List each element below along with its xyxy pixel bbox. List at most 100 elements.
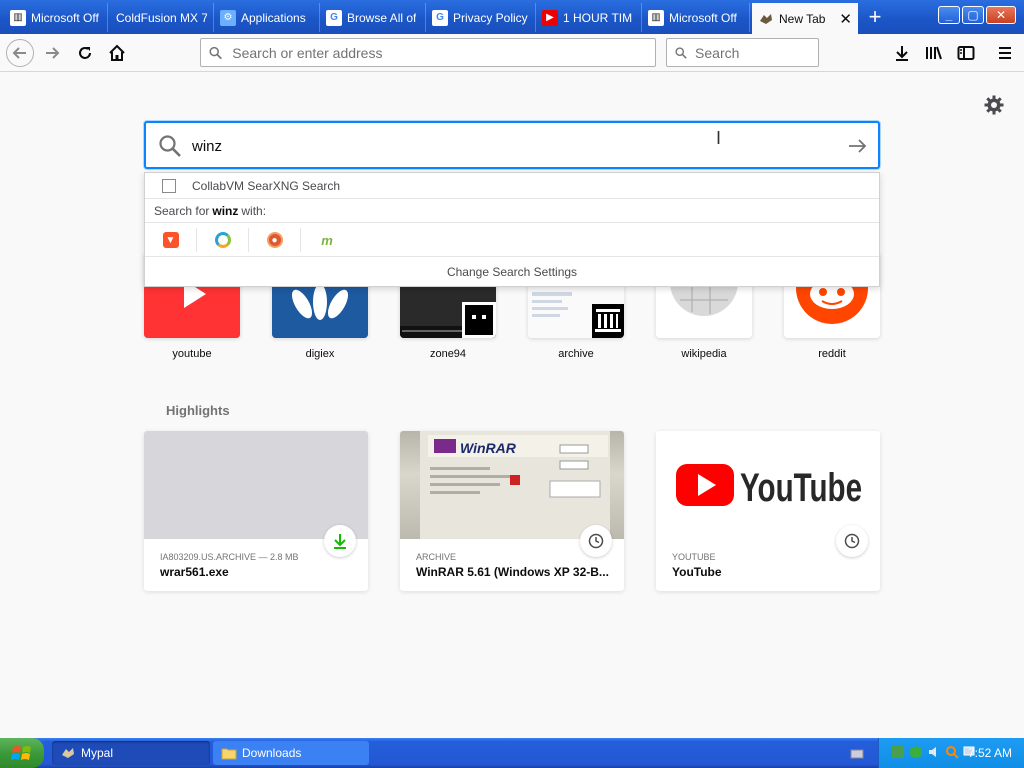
- search-bar[interactable]: [666, 38, 819, 67]
- google-icon: G: [326, 9, 342, 26]
- sidebar-icon[interactable]: [954, 42, 978, 64]
- download-icon[interactable]: [890, 42, 914, 64]
- taskbar-item-downloads[interactable]: Downloads: [213, 741, 369, 765]
- gear-icon: ⚙: [220, 9, 236, 26]
- gear-icon[interactable]: [983, 94, 1005, 116]
- forward-arrow-icon[interactable]: [40, 42, 64, 64]
- tab-title: Microsoft Off: [669, 10, 737, 25]
- maximize-window-button[interactable]: ▢: [962, 6, 984, 24]
- tab-1-hour-timer[interactable]: ▶ 1 HOUR TIM: [536, 3, 642, 32]
- search-engine-row: ▼ ● m: [145, 224, 879, 257]
- checkbox-icon[interactable]: [162, 178, 176, 193]
- taskbar-item-label: Mypal: [81, 746, 114, 760]
- search-for-header: Search for winz with:: [145, 199, 879, 223]
- close-tab-icon[interactable]: ✕: [829, 10, 852, 28]
- change-search-settings-button[interactable]: Change Search Settings: [145, 257, 879, 287]
- close-window-button[interactable]: ✕: [986, 6, 1016, 24]
- highlight-card-image: WinRAR: [400, 431, 624, 539]
- tab-title: 1 HOUR TIM: [563, 10, 633, 25]
- brave-lion-icon: ▼: [162, 232, 179, 248]
- arrow-right-icon[interactable]: [846, 135, 868, 157]
- search-icon: [209, 46, 222, 59]
- tab-title: Privacy Policy: [453, 10, 528, 25]
- newtab-search-input[interactable]: [192, 133, 832, 159]
- engine-brave-button[interactable]: ▼: [145, 228, 197, 252]
- top-site-title: reddit: [818, 348, 846, 360]
- newtab-search-box[interactable]: [144, 121, 880, 169]
- qwant-icon: [214, 232, 231, 248]
- network-icon[interactable]: [850, 747, 864, 761]
- youtube-icon: ▶: [542, 9, 558, 26]
- volume-icon[interactable]: [927, 745, 941, 759]
- tab-browse-all[interactable]: G Browse All of: [320, 3, 426, 32]
- clock-icon: [580, 525, 612, 557]
- duckduckgo-icon: ●: [266, 232, 283, 248]
- highlight-card-title: wrar561.exe: [160, 565, 229, 579]
- highlights-heading: Highlights: [166, 403, 230, 418]
- tab-title: ColdFusion MX 7 C: [116, 10, 207, 25]
- tab-coldfusion[interactable]: ColdFusion MX 7 C: [108, 3, 214, 32]
- google-icon: G: [432, 9, 448, 26]
- engine-duckduckgo-button[interactable]: ●: [249, 228, 301, 252]
- search-input[interactable]: [695, 44, 818, 61]
- search-icon: [675, 46, 687, 59]
- taskbar-clock[interactable]: 7:52 AM: [968, 746, 1012, 760]
- change-search-settings-label: Change Search Settings: [446, 265, 578, 279]
- mojeek-icon: m: [321, 232, 333, 248]
- library-icon[interactable]: [922, 42, 946, 64]
- navigation-toolbar: [0, 34, 1024, 72]
- highlight-card-title: YouTube: [672, 565, 722, 579]
- top-site-title: zone94: [429, 348, 467, 360]
- windows-taskbar: Mypal Downloads 7:52 AM: [0, 738, 1024, 768]
- top-site-title: youtube: [172, 348, 212, 360]
- search-tray-icon[interactable]: [945, 745, 959, 759]
- address-bar[interactable]: [200, 38, 656, 67]
- suggestion-item[interactable]: CollabVM SearXNG Search: [145, 173, 879, 199]
- highlight-card-source: YOUTUBE: [672, 552, 716, 562]
- search-for-query: winz: [212, 203, 239, 218]
- back-arrow-icon[interactable]: [6, 39, 34, 67]
- tab-microsoft-office-1[interactable]: ▥ Microsoft Off: [4, 3, 108, 32]
- highlight-card-youtube[interactable]: YouTube YOUTUBE YouTube: [656, 431, 880, 591]
- windows-logo-icon: [11, 746, 31, 760]
- hamburger-menu-icon[interactable]: [993, 42, 1017, 64]
- youtube-logo-text: YouTube: [740, 466, 862, 510]
- tab-privacy-policy[interactable]: G Privacy Policy: [426, 3, 536, 32]
- address-input[interactable]: [232, 44, 655, 61]
- tab-new-tab[interactable]: New Tab ✕: [752, 3, 858, 34]
- taskbar-item-mypal[interactable]: Mypal: [52, 741, 210, 765]
- start-button[interactable]: [0, 738, 44, 768]
- reload-icon[interactable]: [73, 42, 97, 64]
- suggestion-label: CollabVM SearXNG Search: [192, 178, 341, 193]
- highlight-card-title: WinRAR 5.61 (Windows XP 32-B...: [416, 565, 609, 579]
- tab-strip: ▥ Microsoft Off ColdFusion MX 7 C ⚙ Appl…: [0, 0, 1024, 34]
- home-icon[interactable]: [105, 42, 129, 64]
- new-tab-plus-icon[interactable]: +: [862, 4, 888, 30]
- clock-icon: [836, 525, 868, 557]
- tab-microsoft-office-2[interactable]: ▥ Microsoft Off: [642, 3, 750, 32]
- folder-icon: [221, 748, 237, 760]
- highlight-card-image: [144, 431, 368, 539]
- tab-title: Browse All of: [347, 10, 417, 25]
- winrar-screenshot-icon: WinRAR: [420, 431, 610, 539]
- highlight-card-source: ARCHIVE: [416, 552, 457, 562]
- minimize-window-button[interactable]: _: [938, 6, 960, 24]
- tab-title: New Tab: [779, 11, 826, 26]
- engine-mojeek-button[interactable]: m: [301, 228, 353, 252]
- highlight-card-image: YouTube: [656, 431, 880, 539]
- tray-app-icon[interactable]: [891, 745, 905, 759]
- archive-icon: ▥: [648, 9, 664, 26]
- archive-icon: ▥: [10, 9, 26, 26]
- search-suggestions-dropdown: CollabVM SearXNG Search Search for winz …: [144, 172, 880, 287]
- tab-applications[interactable]: ⚙ Applications: [214, 3, 320, 32]
- download-icon: [324, 525, 356, 557]
- search-for-suffix: with:: [241, 203, 267, 218]
- top-site-title: archive: [558, 348, 594, 360]
- engine-qwant-button[interactable]: [197, 228, 249, 252]
- highlight-card-winrar[interactable]: WinRAR ARCHIVE WinRAR 5.61 (Windows XP 3…: [400, 431, 624, 591]
- tab-title: Applications: [241, 10, 306, 25]
- highlight-card-wrar561[interactable]: IA803209.US.ARCHIVE — 2.8 MB wrar561.exe: [144, 431, 368, 591]
- winrar-logo-text: WinRAR: [460, 440, 517, 456]
- highlight-card-source: IA803209.US.ARCHIVE — 2.8 MB: [160, 552, 299, 562]
- security-shield-icon[interactable]: [909, 745, 923, 759]
